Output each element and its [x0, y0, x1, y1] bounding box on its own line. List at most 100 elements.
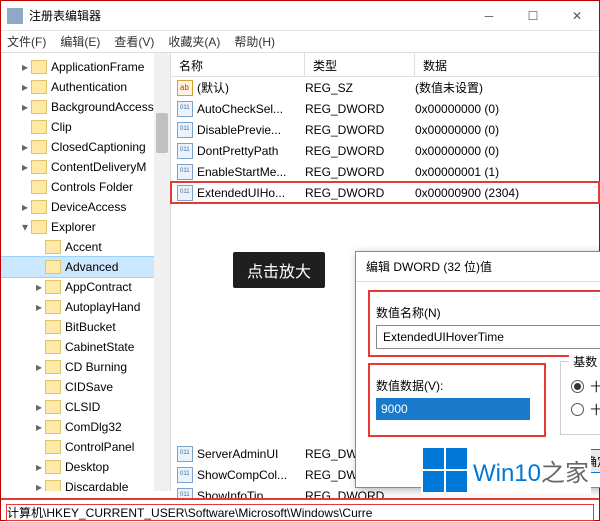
folder-icon — [45, 300, 61, 314]
tree-node[interactable]: Clip — [1, 117, 170, 137]
value-name-input[interactable] — [376, 325, 600, 349]
tree-node[interactable]: ▸AutoplayHand — [1, 297, 170, 317]
value-row[interactable]: ExtendedUIHo...REG_DWORD0x00000900 (2304… — [171, 182, 599, 203]
tree-label: Accent — [65, 240, 102, 254]
watermark-logo: Win10之家 — [421, 446, 591, 494]
value-row[interactable]: (默认)REG_SZ(数值未设置) — [171, 77, 599, 98]
value-row[interactable]: DontPrettyPathREG_DWORD0x00000000 (0) — [171, 140, 599, 161]
folder-icon — [45, 400, 61, 414]
folder-icon — [45, 340, 61, 354]
close-button[interactable]: ✕ — [555, 2, 599, 30]
tree-label: BitBucket — [65, 320, 116, 334]
tree-node[interactable]: ▸ApplicationFrame — [1, 57, 170, 77]
tree-node[interactable]: ▾Explorer — [1, 217, 170, 237]
tree-label: Authentication — [51, 80, 127, 94]
tree-node[interactable]: ▸DeviceAccess — [1, 197, 170, 217]
tree-label: CLSID — [65, 400, 100, 414]
value-name: ExtendedUIHo... — [197, 186, 285, 200]
radio-icon — [571, 380, 584, 393]
tree-node[interactable]: ▸ContentDeliveryM — [1, 157, 170, 177]
menu-view[interactable]: 查看(V) — [114, 33, 154, 50]
value-type: REG_DWORD — [305, 123, 415, 137]
radio-dec[interactable]: 十进制(D) — [571, 401, 600, 418]
tree-node[interactable]: ▸AppContract — [1, 277, 170, 297]
tree-node[interactable]: Controls Folder — [1, 177, 170, 197]
tree-scrollbar[interactable] — [154, 53, 170, 491]
tree-node[interactable]: CabinetState — [1, 337, 170, 357]
maximize-button[interactable]: ☐ — [511, 2, 555, 30]
tree-label: BackgroundAccess — [51, 100, 154, 114]
registry-tree[interactable]: ▸ApplicationFrame▸Authentication▸Backgro… — [1, 53, 171, 491]
folder-icon — [45, 260, 61, 274]
value-data: 0x00000000 (0) — [415, 102, 599, 116]
value-icon — [177, 143, 193, 159]
menu-favorites[interactable]: 收藏夹(A) — [168, 33, 220, 50]
list-header: 名称 类型 数据 — [171, 53, 599, 77]
tree-node[interactable]: ▸ClosedCaptioning — [1, 137, 170, 157]
tree-node[interactable]: ▸Desktop — [1, 457, 170, 477]
radio-icon — [571, 403, 584, 416]
folder-icon — [31, 140, 47, 154]
value-icon — [177, 467, 193, 483]
folder-icon — [31, 80, 47, 94]
menu-file[interactable]: 文件(F) — [7, 33, 46, 50]
col-type[interactable]: 类型 — [305, 53, 415, 76]
tree-label: ControlPanel — [65, 440, 134, 454]
tree-node[interactable]: CIDSave — [1, 377, 170, 397]
tree-label: Advanced — [65, 260, 118, 274]
tree-node[interactable]: ▸BackgroundAccess — [1, 97, 170, 117]
value-data-input[interactable]: 9000 — [376, 398, 530, 420]
value-icon — [177, 80, 193, 96]
menu-help[interactable]: 帮助(H) — [234, 33, 275, 50]
tree-label: Desktop — [65, 460, 109, 474]
folder-icon — [31, 220, 47, 234]
folder-icon — [31, 180, 47, 194]
tree-label: ApplicationFrame — [51, 60, 144, 74]
tree-node[interactable]: ▸CLSID — [1, 397, 170, 417]
tree-node[interactable]: ▸ComDlg32 — [1, 417, 170, 437]
value-type: REG_DWORD — [305, 165, 415, 179]
tree-label: AutoplayHand — [65, 300, 140, 314]
tree-label: CD Burning — [65, 360, 127, 374]
value-name-label: 数值名称(N) — [376, 304, 600, 321]
tree-label: ComDlg32 — [65, 420, 122, 434]
folder-icon — [31, 120, 47, 134]
value-row[interactable]: AutoCheckSel...REG_DWORD0x00000000 (0) — [171, 98, 599, 119]
tree-node[interactable]: ▸CD Burning — [1, 357, 170, 377]
value-icon — [177, 446, 193, 462]
tree-node[interactable]: Accent — [1, 237, 170, 257]
tree-node[interactable]: BitBucket — [1, 317, 170, 337]
col-name[interactable]: 名称 — [171, 53, 305, 76]
menu-bar: 文件(F) 编辑(E) 查看(V) 收藏夹(A) 帮助(H) — [1, 31, 599, 53]
value-icon — [177, 122, 193, 138]
tree-node[interactable]: ▸Authentication — [1, 77, 170, 97]
folder-icon — [45, 380, 61, 394]
tree-label: DeviceAccess — [51, 200, 126, 214]
folder-icon — [31, 60, 47, 74]
menu-edit[interactable]: 编辑(E) — [60, 33, 100, 50]
dialog-title: 编辑 DWORD (32 位)值 — [366, 258, 600, 275]
tree-label: CIDSave — [65, 380, 113, 394]
value-name: EnableStartMe... — [197, 165, 286, 179]
value-type: REG_DWORD — [305, 144, 415, 158]
status-path: 计算机\HKEY_CURRENT_USER\Software\Microsoft… — [5, 503, 595, 522]
tree-node[interactable]: Advanced — [1, 257, 170, 277]
tree-node[interactable]: ControlPanel — [1, 437, 170, 457]
value-type: REG_DWORD — [305, 186, 415, 200]
value-icon — [177, 185, 193, 201]
dialog-titlebar: 编辑 DWORD (32 位)值 ✕ — [356, 252, 600, 282]
value-name: AutoCheckSel... — [197, 102, 283, 116]
value-data: 0x00000000 (0) — [415, 123, 599, 137]
folder-icon — [31, 100, 47, 114]
value-row[interactable]: EnableStartMe...REG_DWORD0x00000001 (1) — [171, 161, 599, 182]
minimize-button[interactable]: ─ — [467, 2, 511, 30]
radio-hex[interactable]: 十六进制(H) — [571, 378, 600, 395]
value-row[interactable]: DisablePrevie...REG_DWORD0x00000000 (0) — [171, 119, 599, 140]
col-data[interactable]: 数据 — [415, 53, 599, 76]
tree-label: Explorer — [51, 220, 96, 234]
value-icon — [177, 164, 193, 180]
tree-label: CabinetState — [65, 340, 134, 354]
value-data: 0x00000000 (0) — [415, 144, 599, 158]
tree-node[interactable]: ▸Discardable — [1, 477, 170, 491]
folder-icon — [31, 160, 47, 174]
